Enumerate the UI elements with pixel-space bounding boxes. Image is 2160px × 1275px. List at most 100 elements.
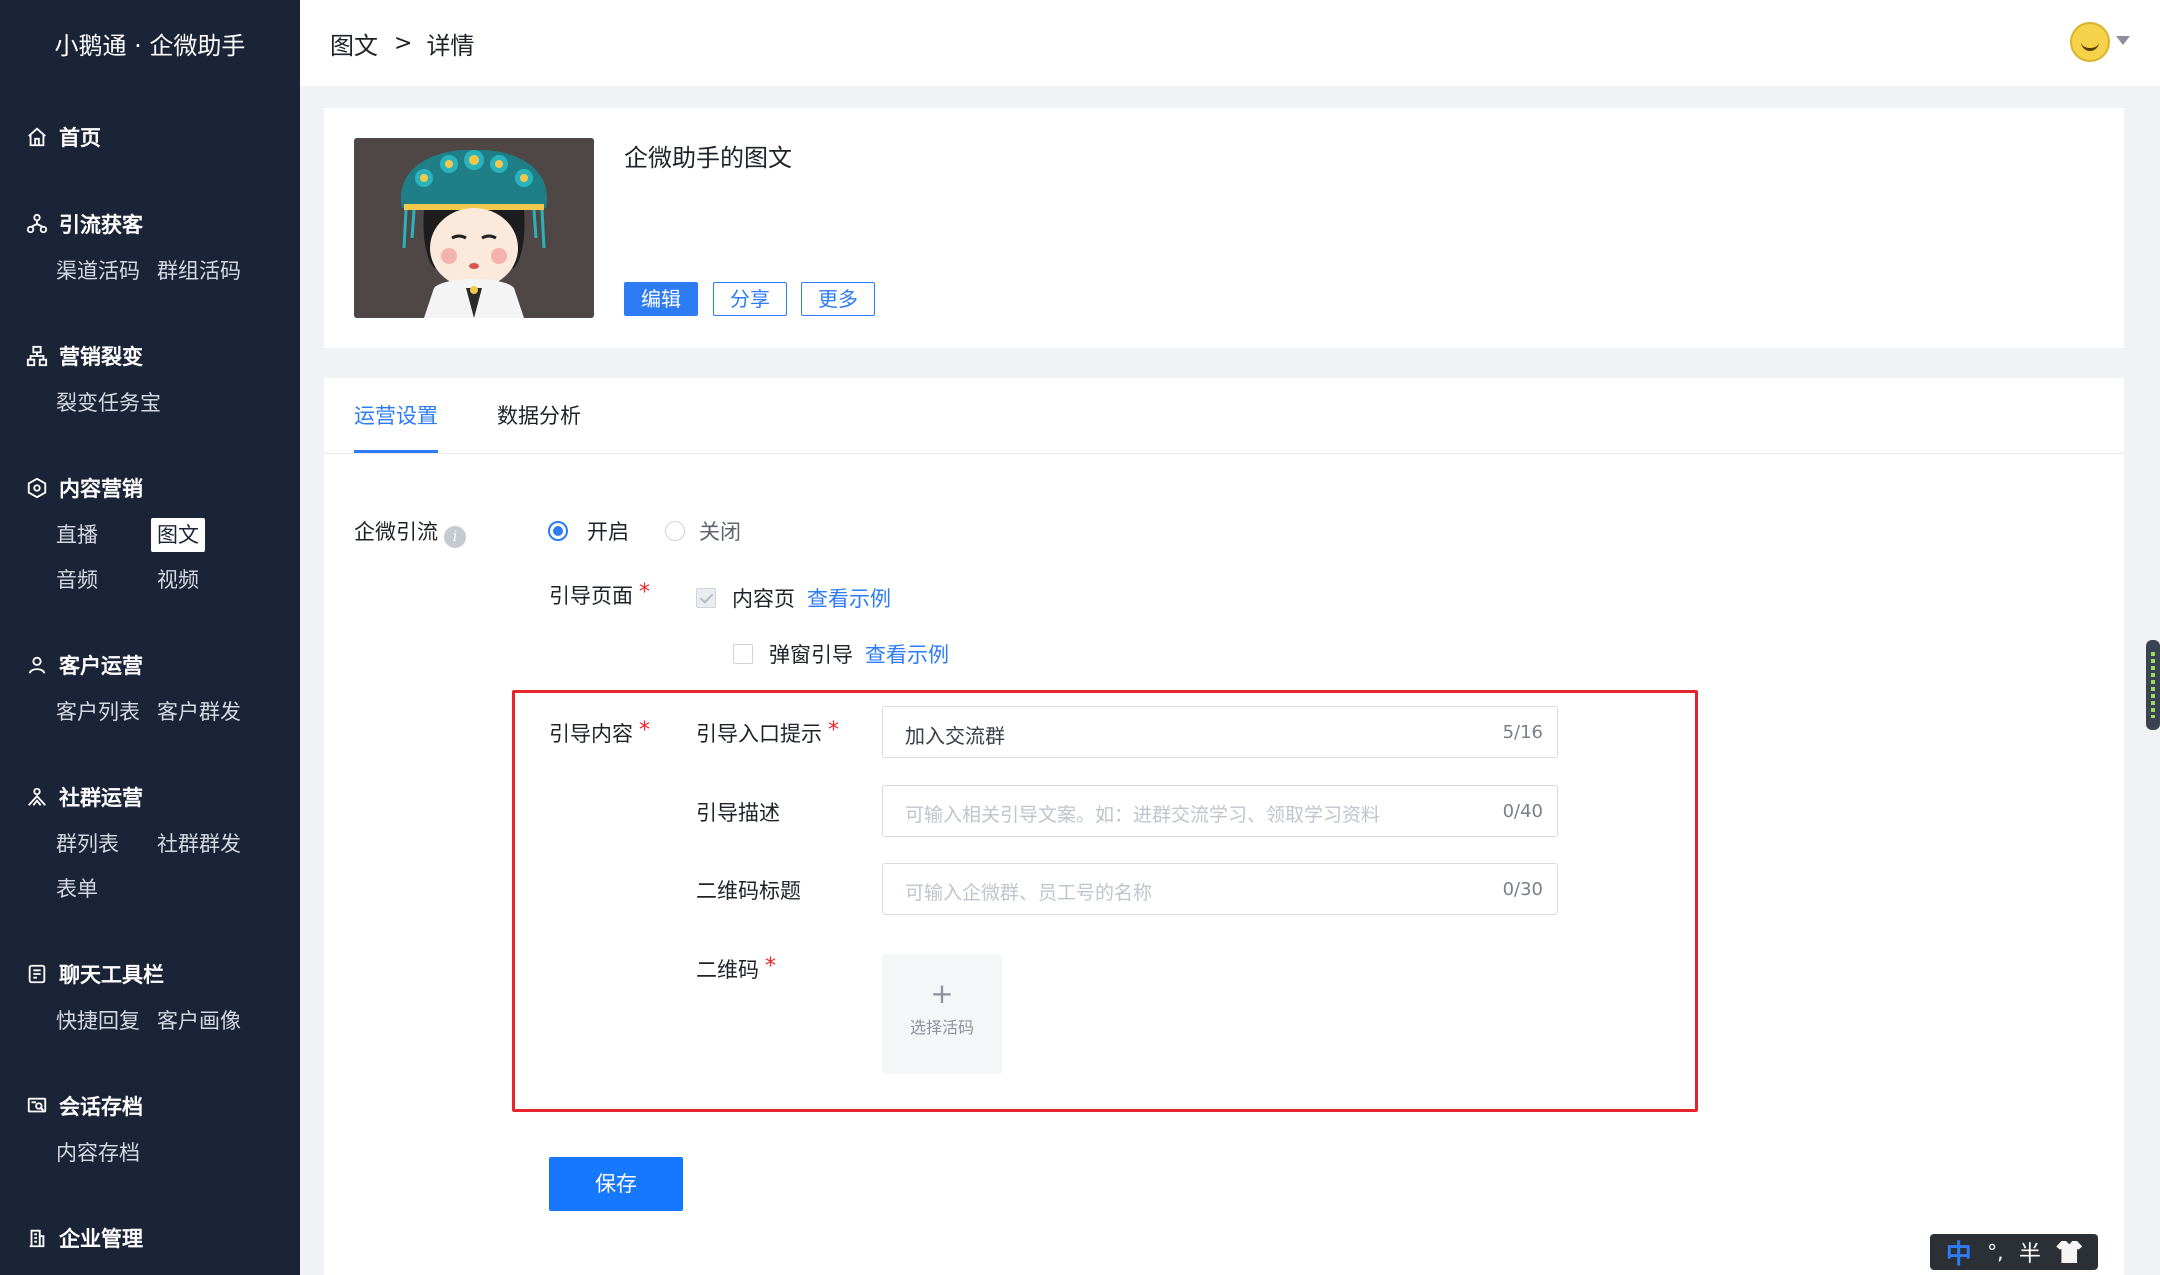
radio-traffic-on[interactable]: [548, 521, 568, 541]
checkbox-popup-guide[interactable]: [733, 644, 753, 664]
sidebar-section-customer: 客户运营: [0, 645, 300, 685]
sidebar-item-label: 企业管理: [59, 1227, 143, 1251]
entry-tip-input[interactable]: 加入交流群 5/16: [882, 706, 1558, 758]
popup-guide-label[interactable]: 弹窗引导: [769, 639, 853, 669]
sidebar-item-label: 聊天工具栏: [59, 963, 164, 987]
sidebar-item-label: 内容营销: [59, 477, 143, 501]
ime-punctuation-toggle[interactable]: °,: [1987, 1240, 2003, 1264]
settings-card: 运营设置 数据分析 企微引流 i 开启 关闭 引导页面 * 内容页 查看示例 弹窗引…: [324, 378, 2124, 1275]
share-button[interactable]: 分享: [713, 282, 787, 316]
qr-code-label-text: 二维码: [696, 958, 759, 982]
sidebar-item-group-broadcast[interactable]: 社群群发: [151, 827, 247, 861]
sidebar-item-customer-profile[interactable]: 客户画像: [151, 1004, 247, 1038]
toolbar-icon: [24, 961, 50, 987]
sidebar-item-customer-list[interactable]: 客户列表: [50, 695, 146, 729]
avatar[interactable]: [2070, 22, 2110, 62]
wechat-traffic-label: 企微引流 i: [354, 516, 466, 548]
wechat-traffic-label-text: 企微引流: [354, 520, 438, 544]
top-header: 图文 > 详情: [300, 0, 2160, 86]
sidebar-item-marketing[interactable]: 营销裂变: [0, 336, 300, 376]
sidebar-item-video[interactable]: 视频: [151, 563, 205, 597]
content-page-label: 内容页: [732, 587, 795, 611]
info-icon[interactable]: i: [444, 526, 466, 548]
more-button[interactable]: 更多: [801, 282, 875, 316]
sidebar-item-traffic[interactable]: 引流获客: [0, 204, 300, 244]
sidebar-item-customer[interactable]: 客户运营: [0, 645, 300, 685]
sidebar-section-content: 内容营销: [0, 468, 300, 508]
radio-traffic-on-label[interactable]: 开启: [587, 516, 629, 546]
sidebar-section-marketing: 营销裂变: [0, 336, 300, 376]
article-title: 企微助手的图文: [624, 144, 792, 172]
cover-illustration: [354, 138, 594, 318]
content-icon: [24, 475, 50, 501]
sidebar-item-audio[interactable]: 音频: [50, 563, 104, 597]
sidebar-item-label: 会话存档: [59, 1095, 143, 1119]
article-cover-image: [354, 138, 594, 318]
description-input[interactable]: 可输入相关引导文案。如：进群交流学习、领取学习资料 0/40: [882, 785, 1558, 837]
sidebar-item-channel-qrcode[interactable]: 渠道活码: [50, 254, 146, 288]
tab-data-analytics[interactable]: 数据分析: [497, 400, 581, 430]
description-count: 0/40: [1502, 801, 1543, 822]
content-page-example-link[interactable]: 查看示例: [807, 583, 891, 613]
breadcrumb: 图文 > 详情: [330, 26, 474, 61]
guide-content-label: 引导内容 *: [549, 718, 650, 748]
qr-code-uploader[interactable]: + 选择活码: [882, 954, 1002, 1074]
sidebar-section-traffic: 引流获客: [0, 204, 300, 244]
sidebar-section-enterprise: 企业管理: [0, 1218, 300, 1258]
sidebar-item-group-qrcode[interactable]: 群组活码: [151, 254, 247, 288]
checkbox-content-page: [696, 588, 716, 608]
page-scrollbar[interactable]: [2148, 86, 2160, 1146]
sidebar-section-community: 社群运营: [0, 777, 300, 817]
archive-icon: [24, 1093, 50, 1119]
scrollbar-thumb[interactable]: [2146, 640, 2160, 730]
sidebar-section-chatbar: 聊天工具栏: [0, 954, 300, 994]
ime-width-toggle[interactable]: 半: [2019, 1236, 2041, 1268]
sidebar-item-archive[interactable]: 会话存档: [0, 1086, 300, 1126]
sidebar-item-fission-task[interactable]: 裂变任务宝: [50, 386, 167, 420]
sidebar-item-content[interactable]: 内容营销: [0, 468, 300, 508]
sidebar-item-label: 营销裂变: [59, 345, 143, 369]
user-icon: [24, 652, 50, 678]
qr-title-count: 0/30: [1502, 879, 1543, 900]
article-header-card: 企微助手的图文 编辑 分享 更多: [324, 108, 2124, 348]
network-icon: [24, 211, 50, 237]
breadcrumb-separator: >: [394, 31, 413, 56]
sidebar-item-customer-broadcast[interactable]: 客户群发: [151, 695, 247, 729]
edit-button[interactable]: 编辑: [624, 282, 698, 316]
qr-title-placeholder: 可输入企微群、员工号的名称: [905, 882, 1153, 904]
qr-code-label: 二维码 *: [696, 954, 776, 984]
tab-ops-settings[interactable]: 运营设置: [354, 400, 438, 430]
ime-skin-icon[interactable]: [2056, 1241, 2083, 1263]
sidebar-item-label: 引流获客: [59, 213, 143, 237]
plus-icon: +: [930, 977, 954, 1010]
sidebar-item-live[interactable]: 直播: [50, 518, 104, 552]
sidebar-item-article[interactable]: 图文: [151, 518, 205, 552]
sidebar-item-enterprise[interactable]: 企业管理: [0, 1218, 300, 1258]
guide-content-label-text: 引导内容: [549, 722, 633, 746]
sidebar-item-chatbar[interactable]: 聊天工具栏: [0, 954, 300, 994]
radio-traffic-off-label[interactable]: 关闭: [699, 516, 741, 546]
sidebar-item-home[interactable]: 首页: [0, 117, 300, 157]
sidebar-item-community[interactable]: 社群运营: [0, 777, 300, 817]
ime-language-toggle[interactable]: 中: [1946, 1234, 1972, 1271]
sidebar-item-content-archive[interactable]: 内容存档: [50, 1136, 146, 1170]
required-mark: *: [639, 718, 650, 743]
sidebar: 小鹅通 · 企微助手 首页 引流获客 渠道活码 群组活码 营销裂变 裂变任务宝: [0, 0, 300, 1275]
breadcrumb-current: 详情: [426, 32, 475, 60]
sidebar-item-label: 社群运营: [59, 786, 143, 810]
chevron-down-icon[interactable]: [2116, 36, 2130, 45]
uploader-label: 选择活码: [909, 1018, 974, 1037]
save-button[interactable]: 保存: [549, 1157, 683, 1211]
popup-guide-example-link[interactable]: 查看示例: [865, 639, 949, 669]
radio-traffic-off[interactable]: [665, 521, 685, 541]
sidebar-section-home[interactable]: 首页: [0, 117, 300, 157]
sidebar-item-quick-reply[interactable]: 快捷回复: [50, 1004, 146, 1038]
ime-toolbar[interactable]: 中 °, 半: [1930, 1234, 2098, 1270]
entry-tip-value: 加入交流群: [905, 724, 1005, 748]
breadcrumb-parent[interactable]: 图文: [330, 26, 378, 61]
qr-title-input[interactable]: 可输入企微群、员工号的名称 0/30: [882, 863, 1558, 915]
sidebar-item-form[interactable]: 表单: [50, 872, 104, 906]
sidebar-item-group-list[interactable]: 群列表: [50, 827, 125, 861]
sidebar-item-label: 首页: [59, 126, 101, 150]
qr-title-label: 二维码标题: [696, 879, 801, 903]
